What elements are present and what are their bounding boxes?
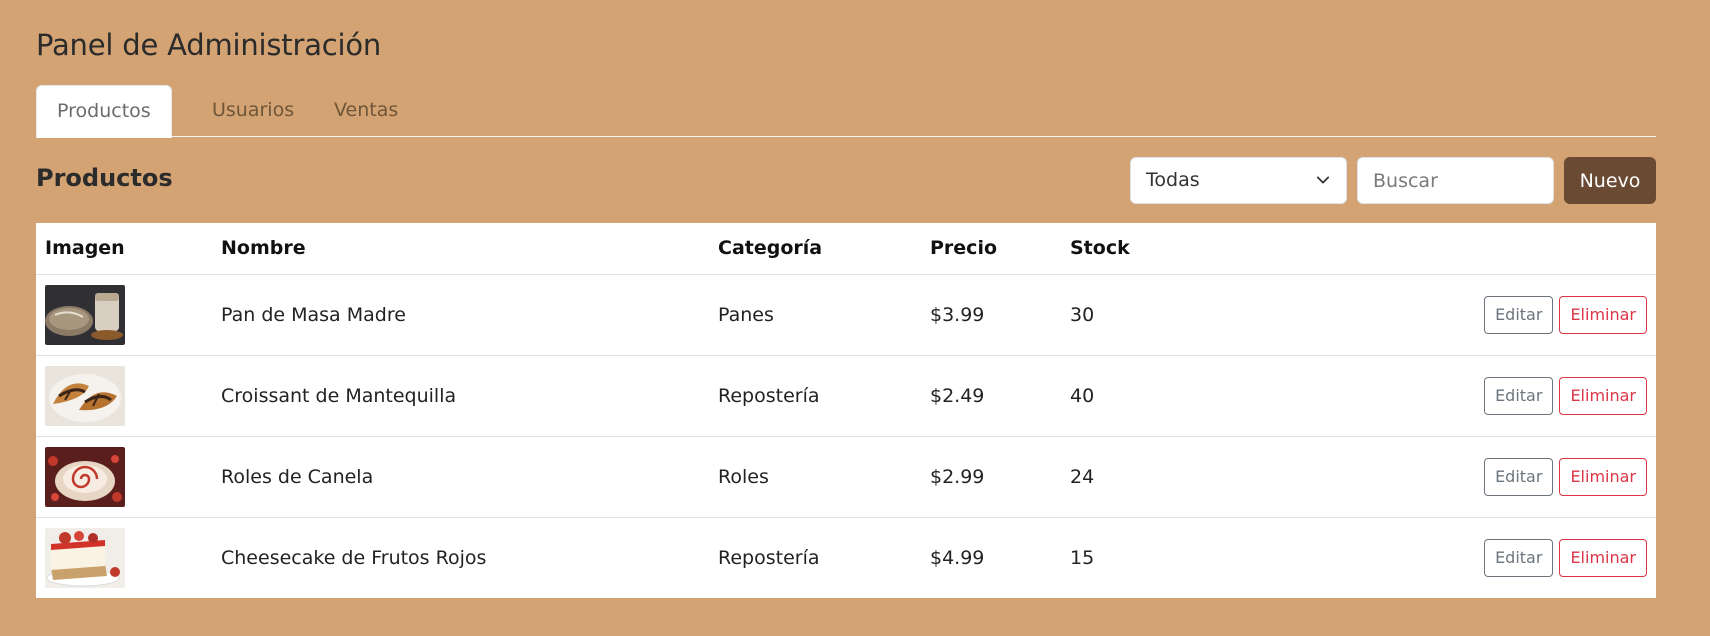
table-row: Cheesecake de Frutos Rojos Repostería $4… [36,517,1656,598]
column-header-imagen: Imagen [36,223,212,275]
product-price: $2.49 [921,355,1061,437]
product-category: Roles [709,436,921,518]
cheesecake-image [45,527,125,588]
image-cell [36,274,212,356]
product-category: Panes [709,274,921,356]
column-header-nombre: Nombre [212,223,709,275]
product-name: Pan de Masa Madre [212,274,709,356]
delete-button[interactable]: Eliminar [1559,538,1647,577]
edit-button[interactable]: Editar [1484,376,1554,415]
product-price: $3.99 [921,274,1061,356]
delete-button[interactable]: Eliminar [1559,457,1647,496]
image-cell [36,436,212,518]
product-stock: 24 [1061,436,1181,518]
edit-button[interactable]: Editar [1484,457,1554,496]
page-title: Panel de Administración [36,28,382,62]
product-name: Cheesecake de Frutos Rojos [221,546,487,569]
product-name: Croissant de Mantequilla [212,355,709,437]
product-name: Roles de Canela [212,436,709,518]
tab-productos[interactable]: Productos [36,85,172,138]
product-category: Repostería [718,546,820,569]
product-price: $2.99 [921,436,1061,518]
product-stock: 15 [1070,546,1095,569]
category-select-value: Todas [1146,169,1200,191]
actions-cell: Editar Eliminar [1181,436,1656,518]
new-product-button[interactable]: Nuevo [1564,157,1656,204]
image-cell [36,355,212,437]
edit-button[interactable]: Editar [1484,295,1554,334]
sourdough-bread-image [45,284,125,345]
section-title: Productos [36,164,173,192]
product-price: $4.99 [930,546,985,569]
category-select[interactable]: Todas [1130,157,1347,204]
table-header-row: Imagen Nombre Categoría Precio Stock [36,223,1656,275]
cinnamon-roll-image [45,446,125,507]
actions-cell: Editar Eliminar [1181,355,1656,437]
delete-button[interactable]: Eliminar [1559,295,1647,334]
products-table: Imagen Nombre Categoría Precio Stock Pan… [36,223,1656,598]
image-cell [36,517,212,598]
actions-cell: Editar Eliminar [1181,274,1656,356]
tab-usuarios[interactable]: Usuarios [192,85,314,137]
product-category: Repostería [709,355,921,437]
delete-button[interactable]: Eliminar [1559,376,1647,415]
table-row: Roles de Canela Roles $2.99 24 Editar Eli… [36,436,1656,518]
edit-button[interactable]: Editar [1484,538,1554,577]
search-input[interactable] [1357,157,1554,204]
table-row: Croissant de Mantequilla Repostería $2.4… [36,355,1656,437]
column-header-precio: Precio [921,223,1061,275]
tab-ventas[interactable]: Ventas [314,85,418,137]
actions-cell: Editar Eliminar [1181,517,1656,598]
column-header-actions [1181,223,1656,275]
product-stock: 30 [1061,274,1181,356]
tab-bar: Productos Usuarios Ventas [36,85,1656,138]
chevron-down-icon [1316,176,1330,184]
column-header-stock: Stock [1061,223,1181,275]
croissant-image [45,365,125,426]
product-stock: 40 [1061,355,1181,437]
column-header-categoria: Categoría [709,223,921,275]
table-row: Pan de Masa Madre Panes $3.99 30 Editar E… [36,274,1656,356]
